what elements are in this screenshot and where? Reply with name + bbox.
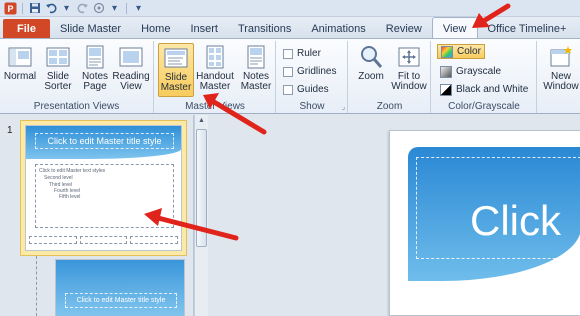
group-label: Presentation Views [33,101,120,112]
footer-placeholder [130,236,179,244]
tab-slide-master[interactable]: Slide Master [50,19,131,39]
notes-page-button[interactable]: Notes Page [77,43,113,97]
body-text-line: Click to edit Master text styles [39,168,106,174]
color-swatch-icon [441,45,453,58]
new-window-button[interactable]: New Window [542,43,580,97]
quick-access-toolbar: P ▾ ▾ ▾ [0,0,580,17]
slide-sorter-button[interactable]: Slide Sorter [40,43,76,97]
tab-animations[interactable]: Animations [301,19,375,39]
normal-view-icon [8,47,32,67]
group-show: Ruler Gridlines Guides Show ⌟ [277,41,348,113]
group-label: Master Views [185,101,245,112]
notes-page-icon [86,45,104,69]
group-presentation-views: Normal Slide Sorter Notes Page Reading V… [0,41,154,113]
group-label: Show [299,101,325,112]
ruler-checkbox[interactable]: Ruler [283,46,321,61]
handout-master-button[interactable]: Handout Master [196,43,234,97]
layout-thumbnail[interactable]: Click to edit Master title style [55,259,185,316]
ribbon-tabs: File Slide Master Home Insert Transition… [0,17,580,39]
tab-insert[interactable]: Insert [180,19,228,39]
layout-connector-line [36,256,37,316]
group-zoom: Zoom Fit to Window Zoom [349,41,431,113]
body-text-line: Fifth level [59,194,81,200]
undo-icon[interactable] [44,2,57,15]
scroll-up-icon[interactable]: ▲ [196,116,207,126]
separator [22,2,23,14]
color-button[interactable]: Color [437,44,485,59]
reading-view-button[interactable]: Reading View [112,43,150,97]
redo-icon[interactable] [76,2,89,15]
footer-placeholder [29,236,77,244]
group-color-grayscale: Color Grayscale Black and White Color/Gr… [432,41,537,113]
slide-number: 1 [7,125,13,136]
grayscale-button[interactable]: Grayscale [440,64,501,79]
checkbox-box[interactable] [283,66,293,77]
handout-master-icon [206,45,224,69]
notes-master-icon [247,45,265,69]
black-white-swatch-icon [440,83,452,96]
slide-editing-area[interactable]: Click [208,115,580,316]
thumbnail-scrollbar[interactable]: ▲ [194,115,208,316]
slide-title-text: Click [470,197,561,244]
slide-master-button[interactable]: Slide Master [158,43,194,97]
fit-to-window-button[interactable]: Fit to Window [391,43,427,97]
grayscale-swatch-icon [440,65,452,78]
gridlines-checkbox[interactable]: Gridlines [283,64,336,79]
fit-to-window-icon [398,47,420,67]
ribbon: Normal Slide Sorter Notes Page Reading V… [0,38,580,114]
separator [126,2,127,14]
thumbnail-title: Click to edit Master title style [35,133,174,149]
black-and-white-button[interactable]: Black and White [440,82,528,97]
customize-icon[interactable]: ▾ [132,2,145,15]
group-window: New Window [538,41,580,113]
slide-thumbnail-pane[interactable]: 1 Click to edit Master title style Click… [0,115,194,316]
slide-sorter-icon [46,47,70,67]
notes-master-button[interactable]: Notes Master [238,43,274,97]
tab-view[interactable]: View [431,17,478,39]
slide-canvas[interactable]: Click [389,130,580,316]
tab-review[interactable]: Review [376,19,432,39]
normal-button[interactable]: Normal [2,43,38,97]
thumbnail-footer-placeholders [26,236,181,246]
new-window-icon [550,46,572,67]
touch-icon[interactable] [92,2,105,15]
undo-dropdown-icon[interactable]: ▾ [60,2,73,15]
footer-placeholder [79,236,128,244]
svg-text:P: P [7,4,13,14]
magnifier-icon [361,46,383,68]
thumbnail-title: Click to edit Master title style [65,293,177,308]
body-text-line: Second level [44,175,73,181]
group-label: Zoom [376,101,403,112]
guides-checkbox[interactable]: Guides [283,82,329,97]
group-label: Color/Grayscale [448,101,520,112]
touch-dropdown-icon[interactable]: ▾ [108,2,121,15]
save-icon[interactable] [28,2,41,15]
dialog-launcher-icon[interactable]: ⌟ [342,103,345,111]
tab-office-timeline[interactable]: Office Timeline+ [478,19,577,39]
thumbnail-body-placeholder: Click to edit Master text styles Second … [35,164,174,228]
tab-home[interactable]: Home [131,19,180,39]
zoom-button[interactable]: Zoom [353,43,389,97]
scroll-thumb[interactable] [196,129,207,247]
group-master-views: Slide Master Handout Master Notes Master… [155,41,276,113]
tab-file[interactable]: File [3,19,50,39]
tab-transitions[interactable]: Transitions [228,19,301,39]
checkbox-box[interactable] [283,48,293,59]
slide-master-thumbnail[interactable]: Click to edit Master title style Click t… [25,125,182,251]
powerpoint-logo-icon: P [4,2,17,15]
reading-view-icon [119,47,143,67]
slide-master-icon [164,48,188,68]
checkbox-box[interactable] [283,84,293,95]
